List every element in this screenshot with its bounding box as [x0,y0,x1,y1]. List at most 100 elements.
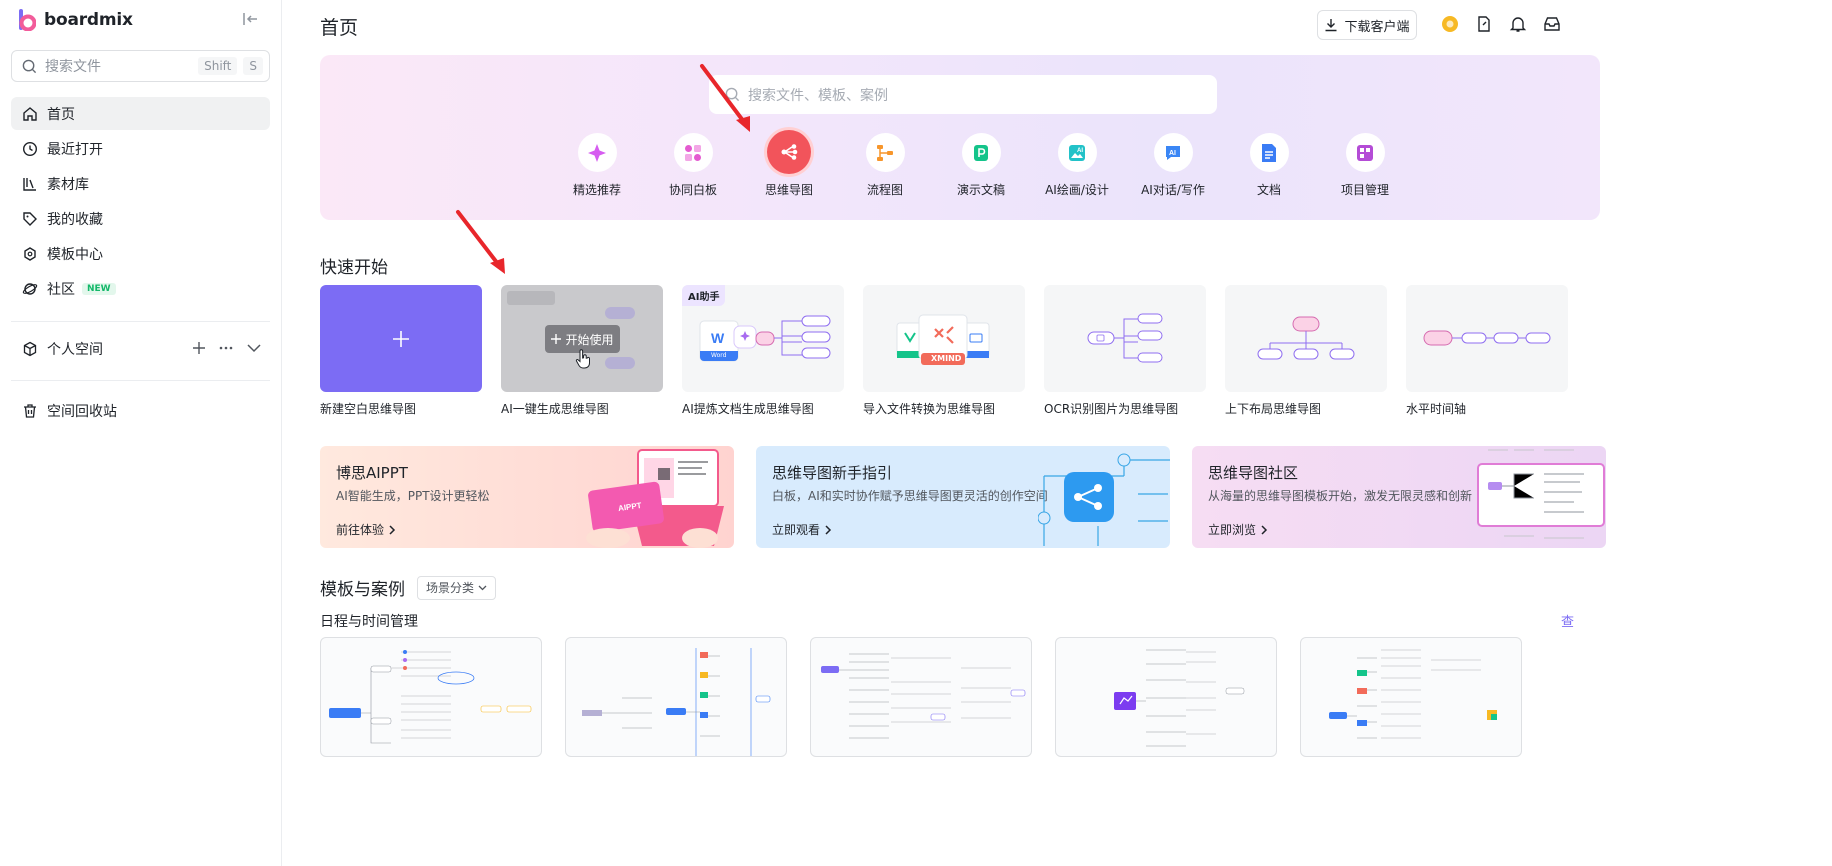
scene-category-label: 场景分类 [426,581,475,595]
inbox-icon[interactable] [1543,15,1561,33]
tab-ai-chat[interactable]: AI AI对话/写作 [1125,133,1221,198]
template-preview [1114,649,1245,747]
banner-title: 博思AIPPT [336,464,408,482]
template-card[interactable] [810,637,1032,757]
templates-title: 模板与案例 [320,580,405,600]
sidebar-nav: 首页 最近打开 素材库 我的收藏 模板中心 社区 NEW [11,97,270,307]
plus-icon [551,334,562,344]
tab-project[interactable]: 项目管理 [1317,133,1413,198]
start-using-label: 开始使用 [565,332,614,347]
aippt-banner[interactable]: 博思AIPPT AI智能生成，PPT设计更轻松 前往体验 AIPPT [320,446,734,548]
template-center-icon [24,246,36,261]
banner-link[interactable]: 立即浏览 [1208,521,1268,538]
sidebar-search[interactable]: 搜索文件 Shift S [11,50,270,82]
card-label: OCR识别图片为思维导图 [1044,402,1179,416]
new-blank-mindmap-card[interactable]: 新建空白思维导图 [320,285,482,417]
plus-icon[interactable] [192,341,206,355]
templates-header: 模板与案例 场景分类 [320,575,497,600]
top-down-mindmap-card[interactable]: 上下布局思维导图 [1225,285,1387,417]
sidebar-item-trash[interactable]: 空间回收站 [11,394,270,427]
tab-label: 流程图 [866,183,903,197]
sidebar-item-home[interactable]: 首页 [11,97,270,130]
banner-link-label: 前往体验 [336,523,385,537]
tab-label: 文档 [1256,183,1281,197]
shortcut-shift: Shift [198,57,238,75]
more-icon[interactable] [218,341,234,355]
chevron-down-icon[interactable] [246,341,262,355]
timeline-illustration [1423,330,1551,346]
mindmap-guide-banner[interactable]: 思维导图新手指引 白板，AI和实时协作赋予思维导图更灵活的创作空间 立即观看 [756,446,1170,548]
banner-subtitle: AI智能生成，PPT设计更轻松 [336,489,490,503]
template-preview [329,650,532,744]
sidebar-item-templates[interactable]: 模板中心 [11,237,270,270]
tab-flowchart[interactable]: 流程图 [837,133,933,198]
banner-link[interactable]: 立即观看 [772,521,832,538]
personal-space-row[interactable]: 个人空间 [11,333,270,365]
tab-label: 协同白板 [668,183,717,197]
download-client-button[interactable]: 下载客户端 [1317,10,1417,40]
collapse-sidebar-icon[interactable] [241,11,259,27]
mindmap-community-banner[interactable]: 思维导图社区 从海量的思维导图模板开始，激发无限灵感和创新 立即浏览 [1192,446,1606,548]
ai-doc-mindmap-card[interactable]: AI助手 W Word AI提炼文档生成思维导图 [682,285,844,417]
horizontal-timeline-card[interactable]: 水平时间轴 [1406,285,1568,417]
sidebar-item-label: 社区 [47,281,75,298]
tab-label: 精选推荐 [572,183,621,197]
chevron-down-icon [478,585,487,590]
sidebar-item-label: 首页 [47,106,75,123]
promo-banners: 博思AIPPT AI智能生成，PPT设计更轻松 前往体验 AIPPT 思维导图新… [320,446,1606,548]
search-icon [22,59,37,73]
template-preview [821,653,1026,739]
banner-link[interactable]: 前往体验 [336,521,396,538]
tab-label: AI对话/写作 [1141,183,1205,197]
sidebar-item-favorites[interactable]: 我的收藏 [11,202,270,235]
view-more-link[interactable]: 查 [1561,611,1574,630]
tab-document[interactable]: 文档 [1221,133,1317,198]
sidebar-item-assets[interactable]: 素材库 [11,167,270,200]
kanban-icon [1357,144,1373,161]
ai-generate-mindmap-card[interactable]: 开始使用 AI一键生成思维导图 [501,285,663,417]
banner-title: 思维导图社区 [1208,464,1299,482]
sidebar-item-label: 最近打开 [47,141,103,158]
svg-text:AI: AI [1169,150,1176,157]
template-card[interactable] [1300,637,1522,757]
document-link-icon[interactable] [1475,15,1493,33]
import-file-mindmap-card[interactable]: XMIND 导入文件转换为思维导图 [863,285,1025,417]
sidebar-item-label: 我的收藏 [47,211,103,228]
hero-search-input[interactable]: 搜索文件、模板、案例 [709,75,1217,114]
import-files-illustration [896,314,990,365]
divider [11,380,270,381]
mindmap-guide-illustration [1038,453,1170,546]
sidebar-item-community[interactable]: 社区 NEW [11,272,270,305]
search-icon [725,87,740,102]
banner-subtitle: 从海量的思维导图模板开始，激发无限灵感和创新 [1208,489,1473,503]
tab-mindmap[interactable]: 思维导图 [741,130,837,198]
template-preview [1329,649,1497,739]
tab-label: 思维导图 [764,183,813,197]
scene-category-dropdown[interactable]: 场景分类 [417,575,497,600]
tab-ai-design[interactable]: AI AI绘画/设计 [1029,133,1125,198]
tab-presentation[interactable]: 演示文稿 [933,133,1029,198]
template-card[interactable] [320,637,542,757]
sidebar-item-recent[interactable]: 最近打开 [11,132,270,165]
template-card[interactable] [565,637,787,757]
coin-icon[interactable] [1441,15,1459,33]
word-badge: Word [700,351,738,361]
hero-banner: 搜索文件、模板、案例 精选推荐 协同白板 思维导图 流程图 演示文稿 AI AI… [320,55,1600,220]
page-title: 首页 [320,17,359,39]
ocr-mindmap-card[interactable]: OCR识别图片为思维导图 [1044,285,1206,417]
presentation-icon [974,144,988,161]
planet-icon [22,282,38,295]
brand-logo[interactable]: boardmix [18,8,133,32]
tab-whiteboard[interactable]: 协同白板 [645,133,741,198]
bell-icon[interactable] [1509,15,1527,33]
chevron-right-icon [389,524,396,535]
cursor-hand-icon [575,349,590,369]
category-subtitle: 日程与时间管理 [320,614,418,630]
ai-chat-icon: AI [1166,145,1180,160]
chevron-right-icon [825,524,832,535]
template-card[interactable] [1055,637,1277,757]
main-content: 首页 下载客户端 搜索文件、模板、案例 精选推荐 协同白板 思维导图 流程图 演… [283,0,1832,866]
tab-featured[interactable]: 精选推荐 [549,133,645,198]
home-icon [23,106,37,121]
laptop-illustration: AIPPT [586,449,724,548]
